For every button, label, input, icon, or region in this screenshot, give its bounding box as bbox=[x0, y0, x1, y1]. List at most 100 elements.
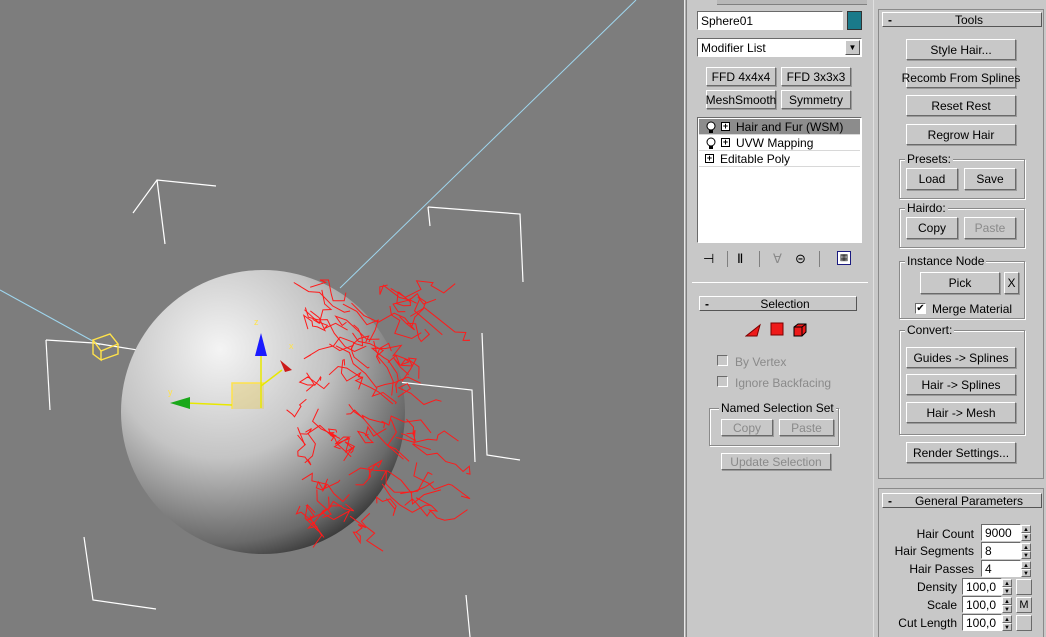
stack-item-label: UVW Mapping bbox=[736, 135, 814, 150]
element-select-icon[interactable] bbox=[792, 322, 808, 338]
expand-icon[interactable]: + bbox=[705, 154, 714, 163]
hair-strand bbox=[395, 430, 459, 443]
light-gizmo bbox=[91, 333, 120, 362]
stack-item-label: Hair and Fur (WSM) bbox=[736, 119, 844, 134]
ignore-backfacing-checkbox[interactable] bbox=[717, 376, 728, 387]
cut-length-label: Cut Length bbox=[898, 616, 957, 630]
hair-count-spinner[interactable]: ▲ ▼ bbox=[1021, 525, 1031, 541]
modifier-list-dropdown[interactable]: Modifier List ▼ bbox=[697, 38, 862, 57]
regrow-hair-button[interactable]: Regrow Hair bbox=[906, 124, 1016, 145]
object-name-field[interactable]: Sphere01 bbox=[697, 11, 843, 30]
selection-paste-button[interactable]: Paste bbox=[779, 419, 834, 436]
hairdo-copy-button[interactable]: Copy bbox=[906, 217, 958, 239]
ffd-4x4x4-button[interactable]: FFD 4x4x4 bbox=[706, 67, 776, 86]
hairdo-paste-button[interactable]: Paste bbox=[964, 217, 1016, 239]
presets-save-button[interactable]: Save bbox=[964, 168, 1016, 190]
hair-strand bbox=[406, 418, 431, 451]
cut-length-spinner[interactable]: ▲ ▼ bbox=[1002, 615, 1012, 631]
selection-copy-button[interactable]: Copy bbox=[721, 419, 773, 436]
camera-line-right bbox=[339, 0, 637, 289]
hair-strand bbox=[360, 512, 384, 552]
ignore-backfacing-label: Ignore Backfacing bbox=[735, 376, 832, 390]
general-parameters-rollout-header[interactable]: - General Parameters bbox=[882, 493, 1042, 508]
hair-passes-spinner[interactable]: ▲ ▼ bbox=[1021, 561, 1031, 577]
make-unique-icon[interactable]: ∀ bbox=[773, 251, 782, 267]
hair-count-label: Hair Count bbox=[916, 527, 974, 541]
panel-tab-strip[interactable] bbox=[717, 0, 867, 5]
merge-material-checkbox[interactable]: ✔ bbox=[915, 303, 926, 314]
convert-label: Convert: bbox=[905, 323, 955, 337]
hair-to-mesh-button[interactable]: Hair -> Mesh bbox=[906, 402, 1016, 423]
modifier-list-value: Modifier List bbox=[701, 40, 766, 55]
pin-stack-icon[interactable]: ⊣ bbox=[703, 251, 714, 267]
recomb-from-splines-button[interactable]: Recomb From Splines bbox=[902, 67, 1020, 88]
meshsmooth-button[interactable]: MeshSmooth bbox=[706, 90, 776, 109]
scale-spinner[interactable]: ▲ ▼ bbox=[1002, 597, 1012, 613]
scale-field[interactable]: 100,0 bbox=[962, 596, 1002, 613]
symmetry-button[interactable]: Symmetry bbox=[781, 90, 851, 109]
reset-rest-button[interactable]: Reset Rest bbox=[906, 95, 1016, 116]
object-color-swatch[interactable] bbox=[847, 11, 862, 30]
command-panel: Sphere01 Modifier List ▼ FFD 4x4x4 FFD 3… bbox=[687, 0, 873, 637]
by-vertex-label: By Vertex bbox=[735, 355, 787, 369]
cut-length-field[interactable]: 100,0 bbox=[962, 614, 1002, 631]
expand-icon[interactable]: + bbox=[721, 122, 730, 131]
instance-node-label: Instance Node bbox=[905, 254, 987, 268]
scale-label: Scale bbox=[926, 598, 957, 612]
density-label: Density bbox=[916, 580, 957, 594]
selection-rollout-header[interactable]: - Selection bbox=[699, 296, 857, 311]
guides-to-splines-button[interactable]: Guides -> Splines bbox=[906, 347, 1016, 368]
hairdo-label: Hairdo: bbox=[905, 201, 948, 215]
instance-clear-button[interactable]: X bbox=[1004, 272, 1019, 294]
density-map-button[interactable] bbox=[1016, 579, 1032, 595]
hair-strand bbox=[390, 280, 456, 298]
hair-strand bbox=[404, 498, 432, 517]
render-settings-button[interactable]: Render Settings... bbox=[906, 442, 1016, 463]
ffd-3x3x3-button[interactable]: FFD 3x3x3 bbox=[781, 67, 851, 86]
expand-icon[interactable]: + bbox=[721, 138, 730, 147]
hair-to-splines-button[interactable]: Hair -> Splines bbox=[906, 374, 1016, 395]
svg-text:z: z bbox=[254, 317, 259, 327]
cut-length-map-button[interactable] bbox=[1016, 615, 1032, 631]
hair-passes-label: Hair Passes bbox=[909, 562, 974, 576]
hair-strand bbox=[399, 357, 417, 382]
stack-item-uvw-mapping[interactable]: + UVW Mapping bbox=[699, 135, 860, 151]
lightbulb-icon[interactable] bbox=[705, 137, 717, 149]
density-field[interactable]: 100,0 bbox=[962, 578, 1002, 595]
chevron-down-icon[interactable]: ▼ bbox=[845, 40, 860, 55]
by-vertex-checkbox[interactable] bbox=[717, 355, 728, 366]
configure-modifier-sets-icon[interactable]: ▦ bbox=[837, 251, 851, 265]
stack-item-hair-and-fur[interactable]: + Hair and Fur (WSM) bbox=[699, 119, 860, 135]
remove-modifier-icon[interactable]: ⊝ bbox=[795, 251, 806, 267]
show-end-result-icon[interactable]: Ⅱ bbox=[737, 251, 743, 267]
lightbulb-icon[interactable] bbox=[705, 121, 717, 133]
camera-line-left bbox=[0, 289, 101, 346]
stack-item-editable-poly[interactable]: + Editable Poly bbox=[699, 151, 860, 167]
hair-segments-spinner[interactable]: ▲ ▼ bbox=[1021, 543, 1031, 559]
tools-rollout-header[interactable]: - Tools bbox=[882, 12, 1042, 27]
guide-select-icon[interactable] bbox=[770, 322, 784, 336]
hair-strand bbox=[412, 443, 471, 475]
viewport-canvas[interactable]: y x z bbox=[0, 0, 684, 637]
scale-map-button[interactable]: M bbox=[1016, 597, 1032, 613]
instance-pick-button[interactable]: Pick bbox=[920, 272, 1000, 294]
svg-text:y: y bbox=[168, 387, 173, 397]
rollout-title: General Parameters bbox=[914, 493, 1024, 508]
hair-guide-select-icon[interactable] bbox=[745, 322, 761, 338]
presets-load-button[interactable]: Load bbox=[906, 168, 958, 190]
hair-count-field[interactable]: 9000 bbox=[981, 524, 1021, 541]
hair-segments-field[interactable]: 8 bbox=[981, 542, 1021, 559]
hair-strand bbox=[376, 496, 397, 516]
update-selection-button[interactable]: Update Selection bbox=[721, 453, 831, 470]
stack-item-label: Editable Poly bbox=[720, 151, 791, 166]
named-selection-set-label: Named Selection Set bbox=[719, 401, 836, 415]
perspective-viewport[interactable]: y x z bbox=[0, 0, 684, 637]
density-spinner[interactable]: ▲ ▼ bbox=[1002, 579, 1012, 595]
sphere-mesh bbox=[121, 270, 405, 554]
hair-passes-field[interactable]: 4 bbox=[981, 560, 1021, 577]
collapse-icon: - bbox=[705, 296, 709, 311]
style-hair-button[interactable]: Style Hair... bbox=[906, 39, 1016, 60]
svg-text:x: x bbox=[289, 341, 294, 351]
rollout-title: Tools bbox=[954, 12, 983, 27]
modifier-stack[interactable]: + Hair and Fur (WSM) + UVW Mapping + Edi… bbox=[697, 117, 862, 243]
